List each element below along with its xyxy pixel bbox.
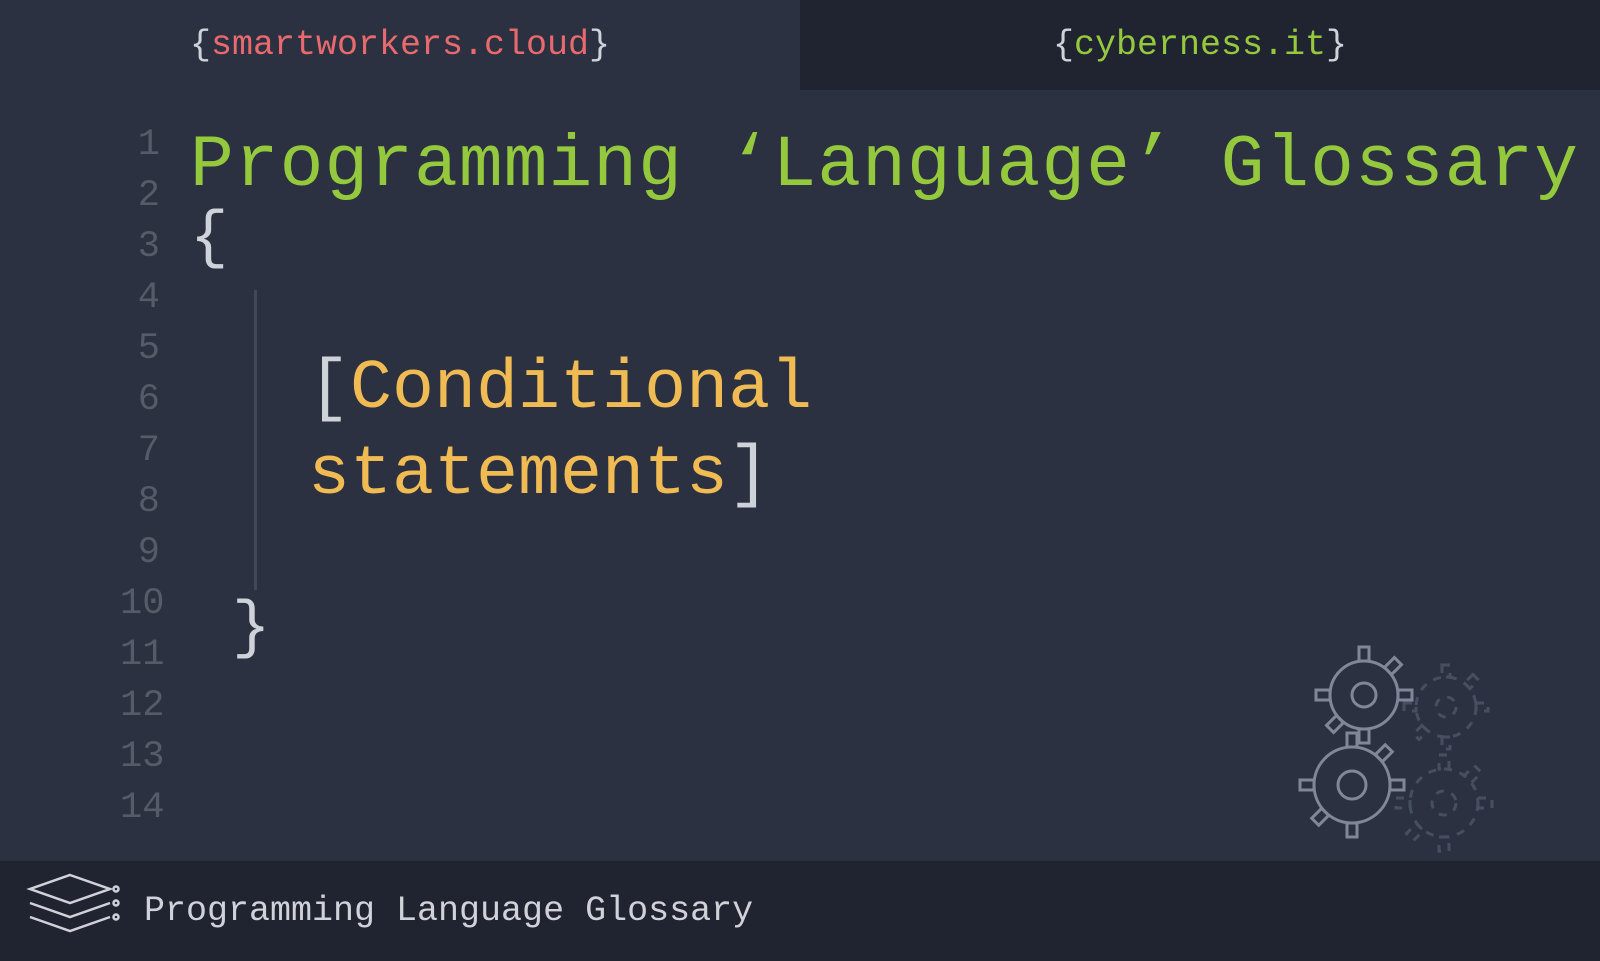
line-number: 4 <box>120 273 160 324</box>
footer-text: Programming Language Glossary <box>144 891 753 931</box>
line-number: 14 <box>120 783 160 834</box>
line-number: 6 <box>120 375 160 426</box>
line-number: 8 <box>120 477 160 528</box>
indent-guide <box>254 290 257 590</box>
layers-icon <box>20 869 120 954</box>
gears-icon <box>1294 645 1524 860</box>
line-number: 13 <box>120 732 160 783</box>
topic-word-2: statements <box>308 436 728 515</box>
smartworkers-label: smartworkers.cloud <box>211 25 589 65</box>
bracket-open: [ <box>308 350 350 429</box>
footer: Programming Language Glossary <box>0 861 1600 961</box>
line-number-gutter: 1 2 3 4 5 6 7 8 9 10 11 12 13 14 <box>120 120 190 860</box>
brace-close: } <box>589 25 610 65</box>
topic-block: [Conditional statements] <box>308 347 1579 519</box>
line-number: 12 <box>120 681 160 732</box>
topic-word-1: Conditional <box>350 350 812 429</box>
brace-open: { <box>1053 25 1074 65</box>
tab-smartworkers[interactable]: {smartworkers.cloud} <box>0 0 800 90</box>
line-number: 2 <box>120 171 160 222</box>
tab-cyberness[interactable]: {cyberness.it} <box>800 0 1600 90</box>
line-number: 9 <box>120 528 160 579</box>
header: {smartworkers.cloud} {cyberness.it} <box>0 0 1600 90</box>
line-number: 3 <box>120 222 160 273</box>
open-brace: { <box>190 203 1579 275</box>
editor-area: 1 2 3 4 5 6 7 8 9 10 11 12 13 14 Program… <box>0 90 1600 860</box>
line-number: 7 <box>120 426 160 477</box>
line-number: 5 <box>120 324 160 375</box>
line-number: 11 <box>120 630 160 681</box>
cyberness-label: cyberness.it <box>1074 25 1326 65</box>
bracket-close: ] <box>728 436 770 515</box>
line-number: 1 <box>120 120 160 171</box>
brace-close: } <box>1326 25 1347 65</box>
line-number: 10 <box>120 579 160 630</box>
brace-open: { <box>190 25 211 65</box>
title-text: Programming ‘Language’ Glossary <box>190 124 1579 207</box>
